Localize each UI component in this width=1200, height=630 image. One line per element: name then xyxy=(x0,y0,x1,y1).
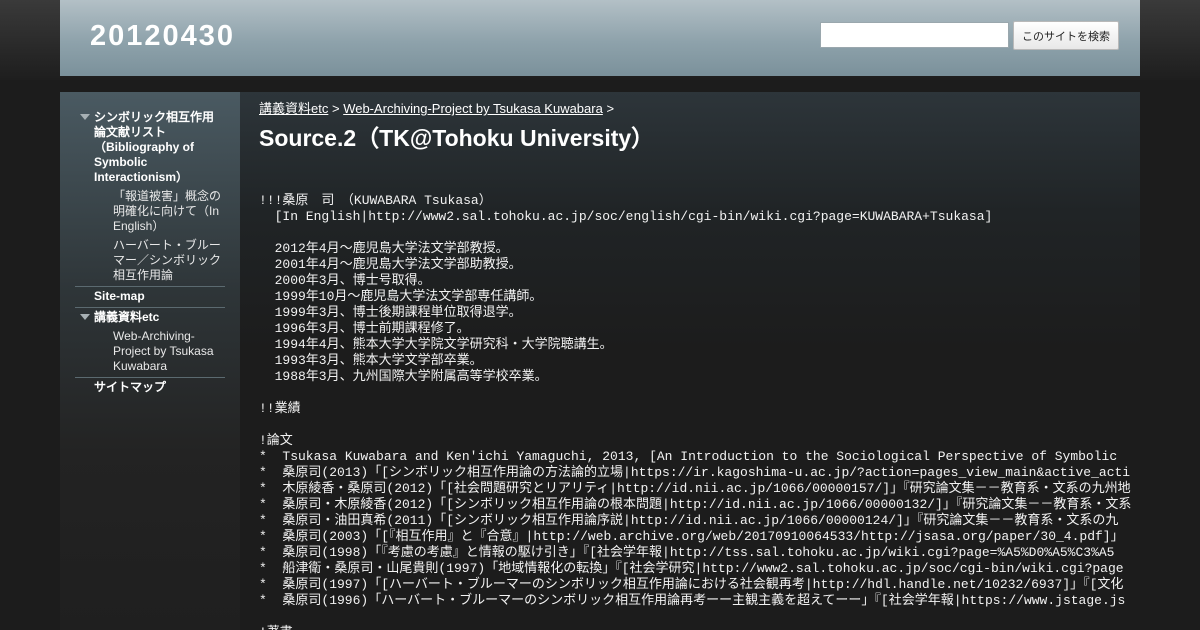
source-line: !著書 xyxy=(259,625,1139,630)
source-line: 2000年3月、博士号取得。 xyxy=(259,273,431,288)
source-line: * 桑原司・木原綾香(2012)「[シンボリック相互作用論の根本問題|http:… xyxy=(259,497,1132,512)
source-line: [In English|http://www2.sal.tohoku.ac.jp… xyxy=(259,209,993,224)
site-header: 20120430 このサイトを検索 xyxy=(60,0,1140,76)
source-line: 1994年4月、熊本大学大学院文学研究科・大学院聴講生。 xyxy=(259,337,613,352)
sidebar-divider xyxy=(75,307,225,308)
breadcrumb-link-archiving[interactable]: Web-Archiving-Project by Tsukasa Kuwabar… xyxy=(343,101,603,116)
source-line: * 桑原司(2003)「[『相互作用』と『合意』|http://web.arch… xyxy=(259,529,1124,544)
sidebar-subitem[interactable]: ハーバート・ブルーマー／シンボリック相互作用論 xyxy=(75,238,225,283)
source-line: !!!桑原 司 （KUWABARA Tsukasa） xyxy=(259,193,492,208)
breadcrumb: 講義資料etc > Web-Archiving-Project by Tsuka… xyxy=(259,98,614,117)
sidebar-item-label: 講義資料etc xyxy=(94,310,160,324)
breadcrumb-separator: > xyxy=(331,101,340,116)
source-line: !論文 xyxy=(259,433,293,448)
source-line: * 桑原司(2013)「[シンボリック相互作用論の方法論的立場|https://… xyxy=(259,465,1131,480)
source-line xyxy=(259,609,1139,625)
sidebar-item[interactable]: 講義資料etc xyxy=(75,310,225,325)
source-line: 1993年3月、熊本大学文学部卒業。 xyxy=(259,353,483,368)
main-content: 講義資料etc > Web-Archiving-Project by Tsuka… xyxy=(240,92,1140,630)
source-line: * 桑原司(1998)「『考慮の考慮』と情報の駆け引き」『[社会学年報|http… xyxy=(259,545,1115,560)
source-line: 2001年4月～鹿児島大学法文学部助教授。 xyxy=(259,257,522,272)
source-line xyxy=(259,385,1139,401)
source-line: * 木原綾香・桑原司(2012)「[社会問題研究とリアリティ|http://id… xyxy=(259,481,1131,496)
source-line xyxy=(259,225,1139,241)
sidebar-item-label: Site-map xyxy=(94,289,145,303)
expand-triangle-icon[interactable] xyxy=(80,314,90,320)
source-line xyxy=(259,417,1139,433)
sidebar-item[interactable]: サイトマップ xyxy=(75,380,225,395)
source-line: 2012年4月～鹿児島大学法文学部教授。 xyxy=(259,241,509,256)
breadcrumb-separator: > xyxy=(606,101,615,116)
search-button[interactable]: このサイトを検索 xyxy=(1013,21,1119,50)
sidebar: シンボリック相互作用論文献リスト（Bibliography of Symboli… xyxy=(60,92,240,630)
source-line: * Tsukasa Kuwabara and Ken'ichi Yamaguch… xyxy=(259,449,1118,464)
sidebar-item[interactable]: Site-map xyxy=(75,289,225,304)
expand-triangle-icon[interactable] xyxy=(80,114,90,120)
sidebar-divider xyxy=(75,377,225,378)
sidebar-item[interactable]: シンボリック相互作用論文献リスト（Bibliography of Symboli… xyxy=(75,110,225,185)
sidebar-nav: シンボリック相互作用論文献リスト（Bibliography of Symboli… xyxy=(75,110,225,395)
sidebar-subitem[interactable]: Web-Archiving-Project by Tsukasa Kuwabar… xyxy=(75,329,225,374)
page-title: Source.2（TK@Tohoku University） xyxy=(259,125,655,151)
sidebar-item-label: シンボリック相互作用論文献リスト（Bibliography of Symboli… xyxy=(94,110,215,184)
source-line: 1988年3月、九州国際大学附属高等学校卒業。 xyxy=(259,369,548,384)
site-title[interactable]: 20120430 xyxy=(90,20,235,53)
source-line: 1999年10月～鹿児島大学法文学部専任講師。 xyxy=(259,289,543,304)
search-input[interactable] xyxy=(820,22,1009,48)
wiki-source-text: !!!桑原 司 （KUWABARA Tsukasa） [In English|h… xyxy=(259,193,1139,630)
source-line: * 桑原司(1997)「[ハーバート・ブルーマーのシンボリック相互作用論における… xyxy=(259,577,1124,592)
source-line: !!業績 xyxy=(259,401,301,416)
sidebar-subitem[interactable]: 「報道被害」概念の明確化に向けて（In English） xyxy=(75,189,225,234)
source-line: * 桑原司(1996)「ハーバート・ブルーマーのシンボリック相互作用論再考ーー主… xyxy=(259,593,1126,608)
sidebar-item-label: サイトマップ xyxy=(94,380,167,394)
sidebar-divider xyxy=(75,286,225,287)
source-line: * 桑原司・油田真希(2011)「[シンボリック相互作用論序説|http://i… xyxy=(259,513,1119,528)
source-line: 1996年3月、博士前期課程修了。 xyxy=(259,321,470,336)
breadcrumb-link-lecture[interactable]: 講義資料etc xyxy=(259,101,328,116)
source-line: 1999年3月、博士後期課程単位取得退学。 xyxy=(259,305,522,320)
source-line: * 船津衛・桑原司・山尾貴則(1997)「地域情報化の転換」『[社会学研究|ht… xyxy=(259,561,1124,576)
